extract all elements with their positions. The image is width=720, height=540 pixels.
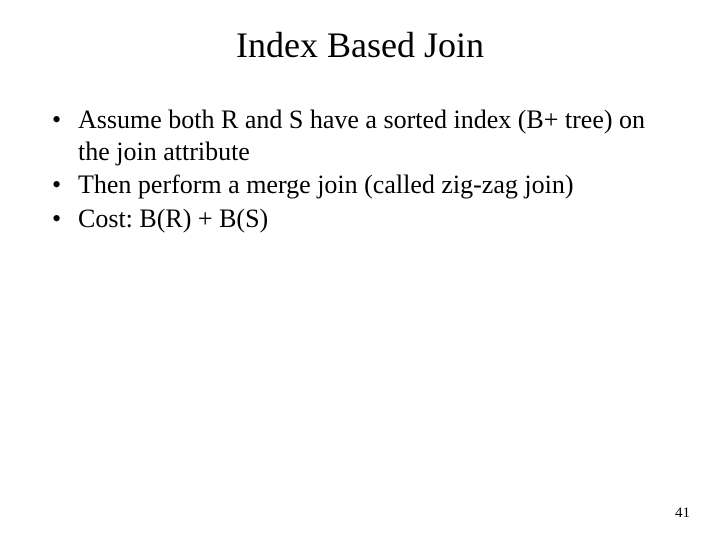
list-item: Then perform a merge join (called zig-za…: [48, 169, 680, 201]
list-item: Cost: B(R) + B(S): [48, 203, 680, 235]
list-item: Assume both R and S have a sorted index …: [48, 104, 680, 167]
bullet-list: Assume both R and S have a sorted index …: [40, 104, 680, 235]
slide: Index Based Join Assume both R and S hav…: [0, 0, 720, 540]
slide-title: Index Based Join: [40, 24, 680, 66]
page-number: 41: [675, 505, 690, 522]
